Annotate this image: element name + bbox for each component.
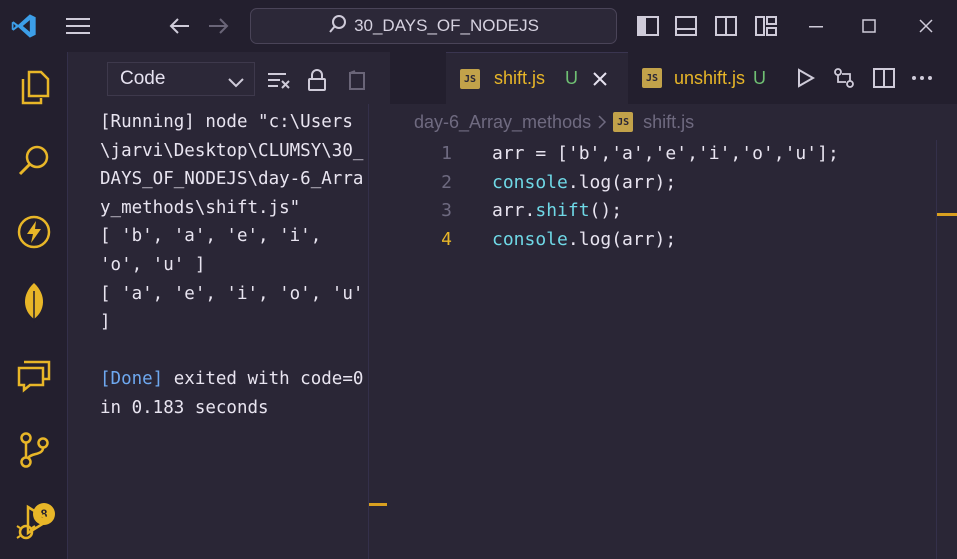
title-bar: 30_DAYS_OF_NODEJS xyxy=(0,0,957,52)
code-line[interactable]: 3 arr.shift(); xyxy=(390,197,937,226)
tab-unshift-js[interactable]: JS unshift.js U xyxy=(628,52,778,104)
chevron-right-icon xyxy=(597,115,607,129)
code-token: arr xyxy=(492,200,525,222)
tab-label: shift.js xyxy=(494,68,546,88)
output-channel-select[interactable]: Code xyxy=(107,62,255,96)
editor-scrollbar[interactable] xyxy=(936,140,957,559)
output-panel: Code U [Running] node "c:\Users\jarvi\De… xyxy=(69,52,404,559)
code-token: shift xyxy=(535,200,590,222)
breadcrumb-folder[interactable]: day-6_Array_methods xyxy=(414,112,591,133)
code-token: console xyxy=(492,171,568,193)
lock-icon[interactable] xyxy=(303,66,331,94)
close-window-icon[interactable] xyxy=(912,12,940,40)
line-source: console.log(arr); xyxy=(492,169,676,198)
code-line[interactable]: 1 arr = ['b','a','e','i','o','u']; xyxy=(390,140,937,169)
clear-output-icon[interactable] xyxy=(265,66,293,94)
toggle-primary-sidebar-icon[interactable] xyxy=(634,12,662,40)
line-source: console.log(arr); xyxy=(492,226,676,255)
code-line[interactable]: 4 console.log(arr); xyxy=(390,226,937,255)
explorer-icon[interactable] xyxy=(14,68,54,108)
chevron-down-icon xyxy=(228,72,244,94)
output-scroll-marker xyxy=(369,503,387,506)
tab-label: unshift.js xyxy=(674,67,746,88)
line-number: 3 xyxy=(441,200,452,222)
vscode-logo-icon xyxy=(8,10,40,42)
code-token: console xyxy=(492,228,568,250)
output-header: Code U xyxy=(69,52,404,104)
run-code-icon[interactable] xyxy=(792,64,820,92)
search-icon xyxy=(328,14,348,39)
forward-arrow-icon[interactable] xyxy=(204,12,232,40)
run-debug-icon[interactable] xyxy=(14,502,54,542)
line-number: 4 xyxy=(441,228,452,250)
comments-icon[interactable] xyxy=(14,356,54,396)
toggle-secondary-sidebar-icon[interactable] xyxy=(712,12,740,40)
open-changes-icon[interactable] xyxy=(830,64,858,92)
more-actions-icon[interactable] xyxy=(908,64,936,92)
command-center-search[interactable]: 30_DAYS_OF_NODEJS xyxy=(250,8,617,44)
editor-area: JS shift.js U JS unshift.js U day-6_Arra… xyxy=(390,52,957,559)
output-channel-value: Code xyxy=(120,68,166,89)
back-arrow-icon[interactable] xyxy=(166,12,194,40)
js-file-icon: JS xyxy=(613,112,634,132)
code-token: arr = ['b','a','e','i','o','u']; xyxy=(492,143,839,164)
code-token: (); xyxy=(589,200,623,222)
open-in-editor-icon[interactable] xyxy=(343,66,371,94)
editor-scroll-marker xyxy=(937,213,957,216)
output-line-2: [ 'b', 'a', 'e', 'i', 'o', 'u' ] xyxy=(100,226,332,275)
leaf-extension-icon[interactable] xyxy=(14,282,54,322)
output-line-3: [ 'a', 'e', 'i', 'o', 'u' ] xyxy=(100,283,374,333)
lightning-extension-icon[interactable] xyxy=(14,212,54,252)
menu-icon[interactable] xyxy=(62,12,94,40)
code-token: . xyxy=(524,200,536,222)
breadcrumb-file[interactable]: shift.js xyxy=(643,112,694,133)
tab-status: U xyxy=(753,67,767,88)
js-file-icon: JS xyxy=(642,68,662,88)
close-tab-icon[interactable] xyxy=(592,71,608,87)
customize-layout-icon[interactable] xyxy=(752,12,780,40)
source-control-icon[interactable] xyxy=(14,430,54,470)
code-token: .log(arr); xyxy=(567,171,677,193)
line-number: 1 xyxy=(441,143,452,164)
tab-shift-js[interactable]: JS shift.js U xyxy=(446,52,628,104)
line-source: arr = ['b','a','e','i','o','u']; xyxy=(492,140,839,169)
tab-status: U xyxy=(565,68,579,88)
activity-bar: 8 xyxy=(0,52,68,559)
line-source: arr.shift(); xyxy=(492,197,622,226)
output-text: [Running] node "c:\Users\jarvi\Desktop\C… xyxy=(100,108,365,423)
toggle-panel-icon[interactable] xyxy=(672,12,700,40)
code-token: .log(arr); xyxy=(567,228,677,250)
js-file-icon: JS xyxy=(460,68,480,89)
maximize-icon[interactable] xyxy=(855,12,883,40)
split-editor-icon[interactable] xyxy=(870,64,898,92)
line-number: 2 xyxy=(441,171,452,193)
breadcrumb: day-6_Array_methods JS shift.js xyxy=(414,108,694,136)
done-label: [Done] xyxy=(100,369,164,390)
code-line[interactable]: 2 console.log(arr); xyxy=(390,169,937,198)
workspace-title: 30_DAYS_OF_NODEJS xyxy=(354,16,539,35)
minimize-icon[interactable] xyxy=(802,12,830,40)
code-editor[interactable]: 1 arr = ['b','a','e','i','o','u']; 2 consol… xyxy=(390,140,937,254)
editor-tabs: JS shift.js U JS unshift.js U xyxy=(390,52,957,104)
output-line-1: [Running] node "c:\Users\jarvi\Desktop\C… xyxy=(100,112,364,218)
output-scrollbar[interactable] xyxy=(368,104,388,559)
search-icon[interactable] xyxy=(14,140,54,180)
